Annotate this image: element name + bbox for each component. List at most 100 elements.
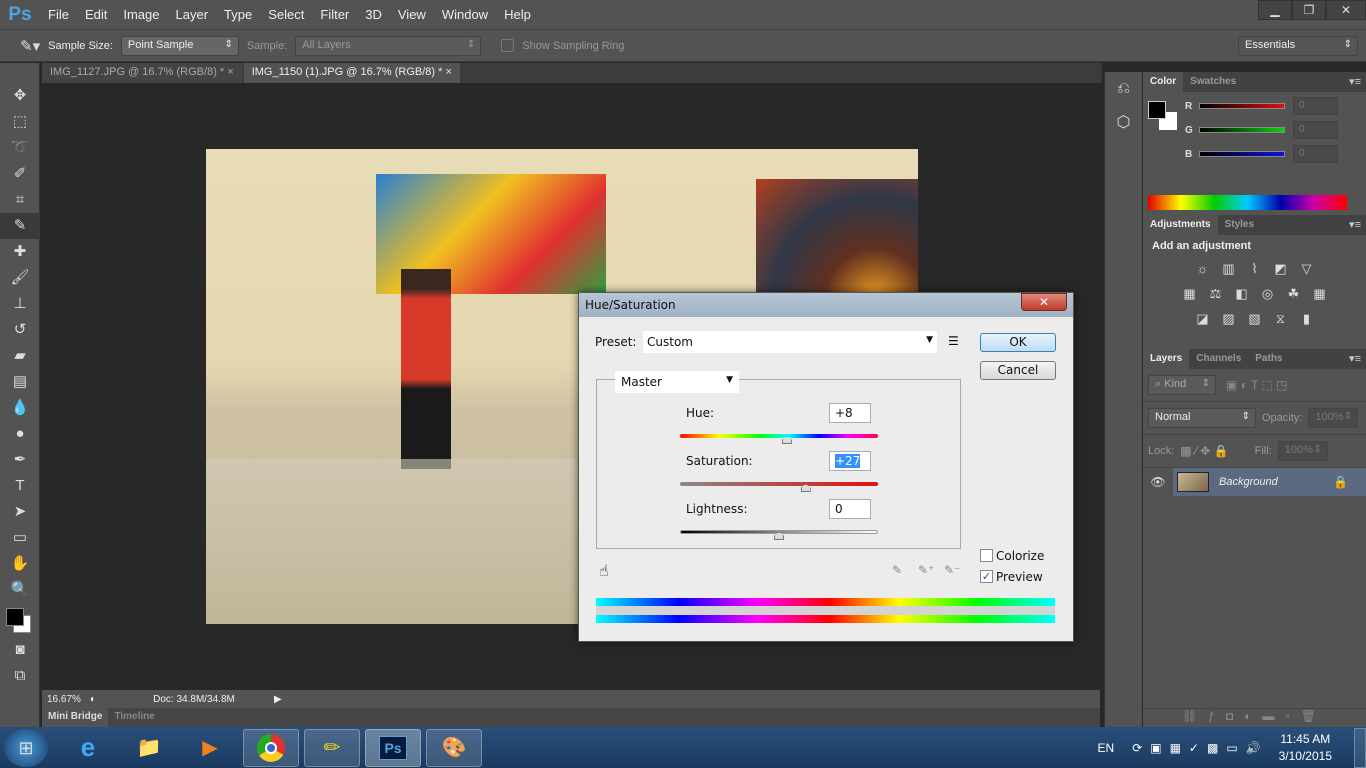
eyedropper-tool-icon[interactable]: ✎▾: [20, 37, 40, 55]
hue-slider[interactable]: [680, 434, 878, 438]
language-indicator[interactable]: EN: [1098, 741, 1115, 755]
eraser-tool-icon[interactable]: ▰: [0, 343, 40, 369]
layers-footer-icons[interactable]: ⛓ƒ◘◐▬▫🗑: [1143, 708, 1366, 727]
color-balance-icon[interactable]: ⚖: [1207, 286, 1225, 302]
posterize-icon[interactable]: ▨: [1220, 311, 1238, 327]
hue-saturation-icon[interactable]: ▦: [1181, 286, 1199, 302]
taskbar-explorer[interactable]: 📁: [121, 729, 177, 767]
dialog-close-button[interactable]: ✕: [1021, 293, 1067, 311]
screen-mode-icon[interactable]: ⧉: [0, 663, 40, 689]
dodge-tool-icon[interactable]: ●: [0, 421, 40, 447]
panel-menu-icon[interactable]: ▾≡: [1349, 352, 1361, 365]
zoom-level[interactable]: 16.67%: [42, 694, 90, 705]
color-lookup-icon[interactable]: ▦: [1311, 286, 1329, 302]
pen-tool-icon[interactable]: ✒: [0, 447, 40, 473]
history-panel-icon[interactable]: ⎌: [1105, 72, 1142, 106]
tab-styles[interactable]: Styles: [1218, 215, 1261, 235]
close-tab-icon[interactable]: ×: [227, 66, 233, 78]
green-value[interactable]: 0: [1293, 121, 1338, 139]
move-tool-icon[interactable]: ✥: [0, 83, 40, 109]
path-select-tool-icon[interactable]: ➤: [0, 499, 40, 525]
photo-filter-icon[interactable]: ◎: [1259, 286, 1277, 302]
layer-row-background[interactable]: 👁 Background 🔒: [1143, 468, 1366, 496]
curves-icon[interactable]: ⌇: [1246, 261, 1264, 277]
taskbar-chrome[interactable]: [243, 728, 299, 767]
green-slider[interactable]: [1199, 127, 1285, 133]
panel-menu-icon[interactable]: ▾≡: [1349, 75, 1361, 88]
zoom-tool-icon[interactable]: 🔍: [0, 577, 40, 603]
menu-view[interactable]: View: [390, 7, 434, 22]
restore-button[interactable]: ❐: [1292, 0, 1326, 20]
crop-tool-icon[interactable]: ⌗: [0, 187, 40, 213]
range-bar[interactable]: [596, 606, 1055, 615]
menu-type[interactable]: Type: [216, 7, 260, 22]
eyedropper-tool-icon[interactable]: ✎: [0, 213, 40, 239]
targeted-adjustment-hand-icon[interactable]: ☝: [599, 561, 609, 580]
foreground-color-swatch[interactable]: [1148, 101, 1166, 119]
filter-icons[interactable]: ▣ ◐ T ⬚ ◳: [1226, 378, 1288, 392]
menu-file[interactable]: File: [40, 7, 77, 22]
invert-icon[interactable]: ◪: [1194, 311, 1212, 327]
tab-img-1127[interactable]: IMG_1127.JPG @ 16.7% (RGB/8) * ×: [42, 63, 242, 83]
vibrance-icon[interactable]: ▽: [1298, 261, 1316, 277]
sample-select[interactable]: All Layers: [295, 35, 482, 56]
show-desktop-button[interactable]: [1354, 727, 1366, 768]
history-brush-tool-icon[interactable]: ↺: [0, 317, 40, 343]
saturation-slider[interactable]: [680, 482, 878, 486]
workspace-select[interactable]: Essentials: [1238, 36, 1358, 56]
tab-layers[interactable]: Layers: [1143, 349, 1190, 369]
marquee-tool-icon[interactable]: ⬚: [0, 109, 40, 135]
menu-window[interactable]: Window: [434, 7, 496, 22]
sampling-ring-checkbox[interactable]: [501, 39, 515, 52]
quick-select-tool-icon[interactable]: ✐: [0, 161, 40, 187]
sample-size-select[interactable]: Point Sample: [120, 35, 239, 56]
colorize-checkbox[interactable]: [980, 549, 993, 562]
lasso-tool-icon[interactable]: ➰: [0, 135, 40, 161]
red-slider[interactable]: [1199, 103, 1285, 109]
hue-input[interactable]: +8: [829, 403, 871, 423]
tab-timeline[interactable]: Timeline: [108, 708, 160, 727]
3d-panel-icon[interactable]: ⬡: [1105, 106, 1142, 140]
start-button[interactable]: ⊞: [4, 728, 48, 767]
status-icon[interactable]: ◐: [90, 694, 114, 705]
eyedropper-add-icon[interactable]: ✎⁺: [918, 563, 934, 577]
taskbar-paint[interactable]: 🎨: [426, 728, 482, 767]
blue-value[interactable]: 0: [1293, 145, 1338, 163]
tab-adjustments[interactable]: Adjustments: [1143, 215, 1218, 235]
layer-name[interactable]: Background: [1219, 476, 1333, 488]
menu-select[interactable]: Select: [260, 7, 312, 22]
cancel-button[interactable]: Cancel: [980, 361, 1056, 380]
eyedropper-subtract-icon[interactable]: ✎⁻: [944, 563, 960, 577]
quick-mask-icon[interactable]: ◙: [0, 637, 40, 663]
lightness-input[interactable]: 0: [829, 499, 871, 519]
eyedropper-icon[interactable]: ✎: [892, 563, 902, 577]
tab-paths[interactable]: Paths: [1248, 349, 1289, 369]
healing-tool-icon[interactable]: ✚: [0, 239, 40, 265]
menu-help[interactable]: Help: [496, 7, 539, 22]
menu-edit[interactable]: Edit: [77, 7, 115, 22]
taskbar-photoshop[interactable]: Ps: [365, 728, 421, 767]
gradient-tool-icon[interactable]: ▤: [0, 369, 40, 395]
stamp-tool-icon[interactable]: ⊥: [0, 291, 40, 317]
brightness-contrast-icon[interactable]: ☼: [1194, 261, 1212, 277]
gradient-map-icon[interactable]: ▮: [1298, 311, 1316, 327]
red-value[interactable]: 0: [1293, 97, 1338, 115]
blend-mode-select[interactable]: Normal: [1148, 408, 1256, 428]
taskbar-sketch-tool[interactable]: ✏: [304, 728, 360, 767]
minimize-button[interactable]: ▁: [1258, 0, 1292, 20]
tab-color[interactable]: Color: [1143, 72, 1184, 92]
taskbar-ie[interactable]: e: [60, 729, 116, 767]
threshold-icon[interactable]: ▧: [1246, 311, 1264, 327]
exposure-icon[interactable]: ◩: [1272, 261, 1290, 277]
levels-icon[interactable]: ▥: [1220, 261, 1238, 277]
opacity-input[interactable]: 100%: [1308, 408, 1359, 428]
color-swatches[interactable]: [0, 603, 39, 637]
black-white-icon[interactable]: ◧: [1233, 286, 1251, 302]
preset-options-icon[interactable]: ☰: [948, 334, 959, 348]
shape-tool-icon[interactable]: ▭: [0, 525, 40, 551]
tab-swatches[interactable]: Swatches: [1183, 72, 1243, 92]
channel-mixer-icon[interactable]: ☘: [1285, 286, 1303, 302]
blur-tool-icon[interactable]: 💧: [0, 395, 40, 421]
layer-filter-select[interactable]: ⌕ Kind: [1148, 375, 1216, 395]
type-tool-icon[interactable]: T: [0, 473, 40, 499]
